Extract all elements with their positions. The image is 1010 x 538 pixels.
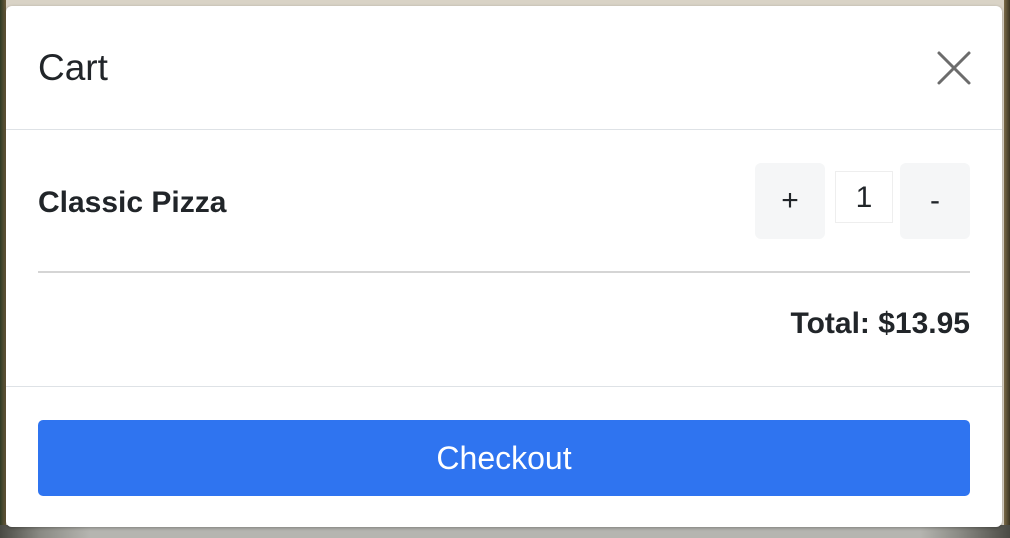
cart-item-name: Classic Pizza [38,186,227,219]
increment-quantity-button[interactable]: + [755,163,825,239]
modal-header: Cart [6,6,1002,130]
cart-modal: Cart Classic Pizza + 1 - Total: $13.95 C… [6,6,1002,527]
modal-body: Classic Pizza + 1 - Total: $13.95 [6,130,1002,387]
quantity-stepper: + 1 - [755,163,970,240]
cart-item-row: Classic Pizza + 1 - [38,163,970,273]
modal-footer: Checkout [6,387,1002,525]
cart-total: Total: $13.95 [790,307,970,340]
modal-title: Cart [38,47,108,88]
decrement-quantity-button[interactable]: - [900,163,970,239]
close-button[interactable] [936,50,972,86]
checkout-button[interactable]: Checkout [38,420,970,496]
close-icon [937,51,971,85]
quantity-value: 1 [835,171,893,223]
